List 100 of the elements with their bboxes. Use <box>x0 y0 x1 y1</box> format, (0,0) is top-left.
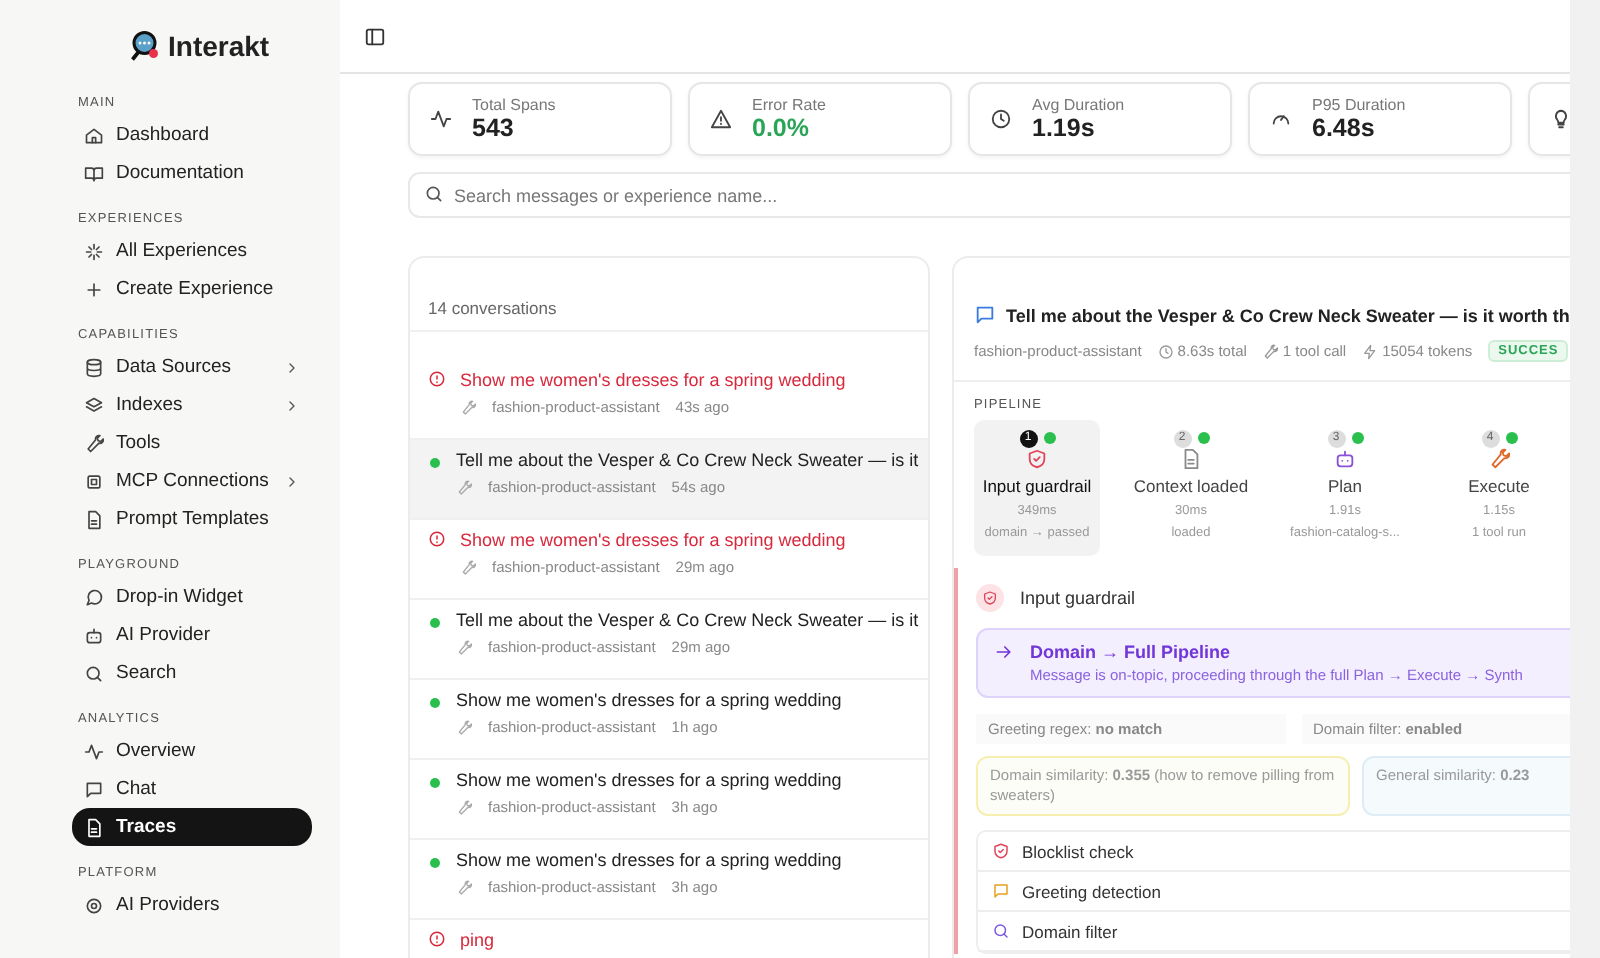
robot-icon <box>84 625 104 645</box>
error-icon <box>428 530 446 548</box>
lightbulb-icon <box>1550 108 1570 130</box>
conversation-title: Show me women's dresses for a spring wedding <box>460 370 846 390</box>
stat-label: Avg Duration <box>1032 96 1125 114</box>
step-name: Plan <box>1327 476 1362 496</box>
brand-name: Interakt <box>168 30 270 62</box>
wrench-icon <box>84 433 104 453</box>
chat-icon <box>992 882 1010 901</box>
success-dot <box>430 778 440 788</box>
robot-icon <box>1334 448 1356 470</box>
sidebar-item[interactable]: Documentation <box>72 154 312 192</box>
stat-label: P95 Duration <box>1312 96 1406 114</box>
sidebar-item[interactable]: Prompt Templates <box>72 500 312 538</box>
sidebar-item[interactable]: Dashboard <box>72 116 312 154</box>
sidebar-item[interactable]: Traces <box>72 808 312 846</box>
status-dot <box>1351 432 1363 444</box>
warning-icon <box>710 108 732 130</box>
wrench-icon <box>456 879 472 895</box>
wrench-icon <box>456 639 472 655</box>
sidebar-item[interactable]: MCP Connections <box>72 462 312 500</box>
status-dot <box>1197 432 1209 444</box>
stat-label: Total Spans <box>472 96 556 114</box>
sidebar-item[interactable]: AI Providers <box>72 886 312 924</box>
shield-icon <box>992 842 1010 861</box>
conversation-row[interactable]: ping <box>410 920 928 958</box>
panel-icon <box>364 25 386 47</box>
clock-icon <box>990 108 1012 130</box>
chevron-right-icon <box>284 397 300 413</box>
document-icon <box>84 817 104 837</box>
route-title: Domain → Full Pipeline <box>1030 642 1233 662</box>
wrench-icon <box>456 479 472 495</box>
shield-icon <box>982 590 998 606</box>
conversation-title: Show me women's dresses for a spring wedding <box>456 850 842 870</box>
plus-icon <box>84 279 104 299</box>
conversation-title: Show me women's dresses for a spring wedding <box>460 530 846 550</box>
logo-icon <box>128 28 164 64</box>
chevron-right-icon <box>284 473 300 489</box>
pulse-icon <box>430 108 452 130</box>
stat-value: 6.48s <box>1312 114 1377 142</box>
success-dot <box>430 618 440 628</box>
search-icon <box>84 663 104 683</box>
search-field[interactable]: Search messages or experience name... <box>408 172 1570 218</box>
chat-icon <box>84 779 104 799</box>
conversation-title: Tell me about the Vesper & Co Crew Neck Sweater — is it <box>456 450 919 470</box>
chip-icon <box>84 471 104 491</box>
conversation-title: Show me women's dresses for a spring wedding <box>456 690 842 710</box>
conversation-title: Tell me about the Vesper & Co Crew Neck Sweater — is it <box>456 610 919 630</box>
search-icon <box>424 184 444 204</box>
trace-title: Tell me about the Vesper & Co Crew Neck Sweater — is it worth th <box>1006 305 1570 325</box>
sidebar-item[interactable]: Search <box>72 654 312 692</box>
success-dot <box>430 698 440 708</box>
search-icon <box>992 922 1010 941</box>
error-icon <box>428 930 446 948</box>
section-title: Input guardrail <box>1020 588 1136 608</box>
document-icon <box>1180 448 1202 470</box>
pulse-icon <box>84 741 104 761</box>
sidebar-item[interactable]: AI Provider <box>72 616 312 654</box>
status-dot <box>1505 432 1517 444</box>
home-icon <box>84 125 104 145</box>
status-dot <box>1043 432 1055 444</box>
conversation-count: 14 conversations <box>410 258 928 332</box>
wrench-icon <box>1488 448 1510 470</box>
success-dot <box>430 458 440 468</box>
sidebar-item[interactable]: Data Sources <box>72 348 312 386</box>
database-icon <box>84 357 104 377</box>
clock-icon <box>1157 343 1174 359</box>
chat-icon <box>974 304 996 326</box>
wrench-icon <box>456 719 472 735</box>
sidebar-item[interactable]: Drop-in Widget <box>72 578 312 616</box>
conversation-title: Show me women's dresses for a spring wedding <box>456 770 842 790</box>
gear-icon <box>84 895 104 915</box>
step-name: Context loaded <box>1133 476 1249 496</box>
error-icon <box>428 370 446 388</box>
sidebar-item[interactable]: Chat <box>72 770 312 808</box>
sidebar-item[interactable]: Create Experience <box>72 270 312 308</box>
chevron-right-icon <box>284 359 300 375</box>
stat-value: 0.0% <box>752 114 811 142</box>
sidebar-item[interactable]: Tools <box>72 424 312 462</box>
arrow-right-icon <box>994 642 1014 662</box>
sidebar-item[interactable]: Overview <box>72 732 312 770</box>
wrench-icon <box>456 799 472 815</box>
book-icon <box>84 163 104 183</box>
wrench-icon <box>460 559 476 575</box>
sparkle-icon <box>84 241 104 261</box>
document-icon <box>84 509 104 529</box>
stat-value: 1.19s <box>1032 114 1097 142</box>
chat-bubble-icon <box>84 587 104 607</box>
layers-icon <box>84 395 104 415</box>
sidebar-item[interactable]: Indexes <box>72 386 312 424</box>
shield-icon <box>1026 448 1048 470</box>
success-dot <box>430 858 440 868</box>
wrench-icon <box>460 399 476 415</box>
bolt-icon <box>1362 343 1379 359</box>
stat-value: 543 <box>472 114 516 142</box>
step-name: Input guardrail <box>982 476 1092 496</box>
stat-label: Error Rate <box>752 96 826 114</box>
sidebar-toggle-button[interactable] <box>364 25 386 47</box>
conversation-title: ping <box>460 930 495 950</box>
sidebar-item[interactable]: All Experiences <box>72 232 312 270</box>
